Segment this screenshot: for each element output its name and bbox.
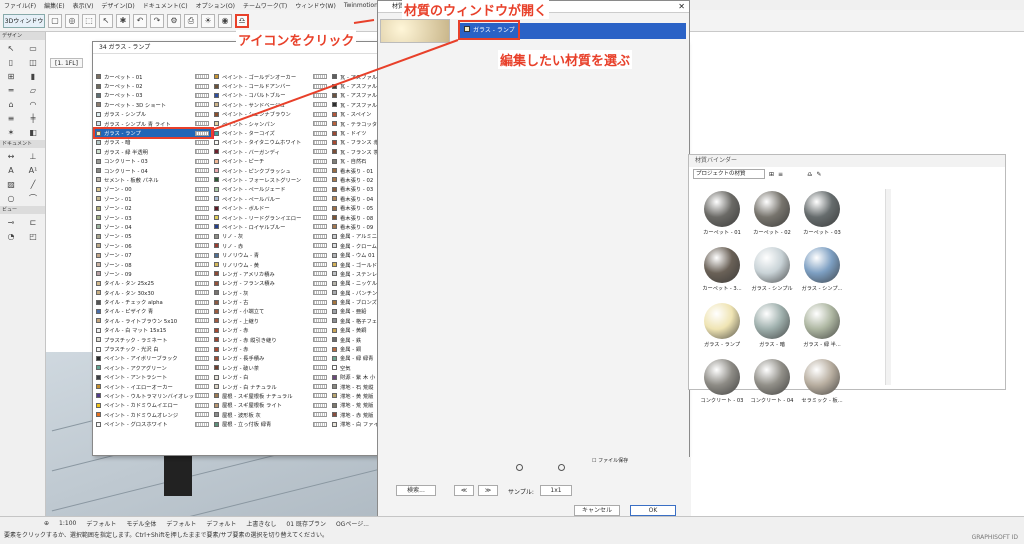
layer-value[interactable]: デフォルト bbox=[86, 519, 116, 528]
scale-value[interactable]: 1:100 bbox=[59, 520, 76, 527]
zoom-icon[interactable]: ⊕ bbox=[44, 520, 49, 527]
og-value[interactable]: OGページ... bbox=[336, 519, 369, 528]
layer-value-3[interactable]: デフォルト bbox=[206, 519, 236, 528]
story-value[interactable]: 01 既存プラン bbox=[286, 519, 326, 528]
status-bar: ⊕ 1:100 デフォルト モデル全体 デフォルト デフォルト 上書きなし 01… bbox=[0, 516, 1024, 544]
model-value[interactable]: モデル全体 bbox=[126, 519, 156, 528]
override-value[interactable]: 上書きなし bbox=[246, 519, 276, 528]
annotation-arrows bbox=[211, 19, 459, 131]
layer-value-2[interactable]: デフォルト bbox=[166, 519, 196, 528]
status-hint: 要素をクリックするか、選択範囲を指定します。Ctrl+Shiftを押したままで要… bbox=[4, 532, 328, 539]
graphisoft-id[interactable]: GRAPHISOFT ID bbox=[972, 534, 1018, 541]
